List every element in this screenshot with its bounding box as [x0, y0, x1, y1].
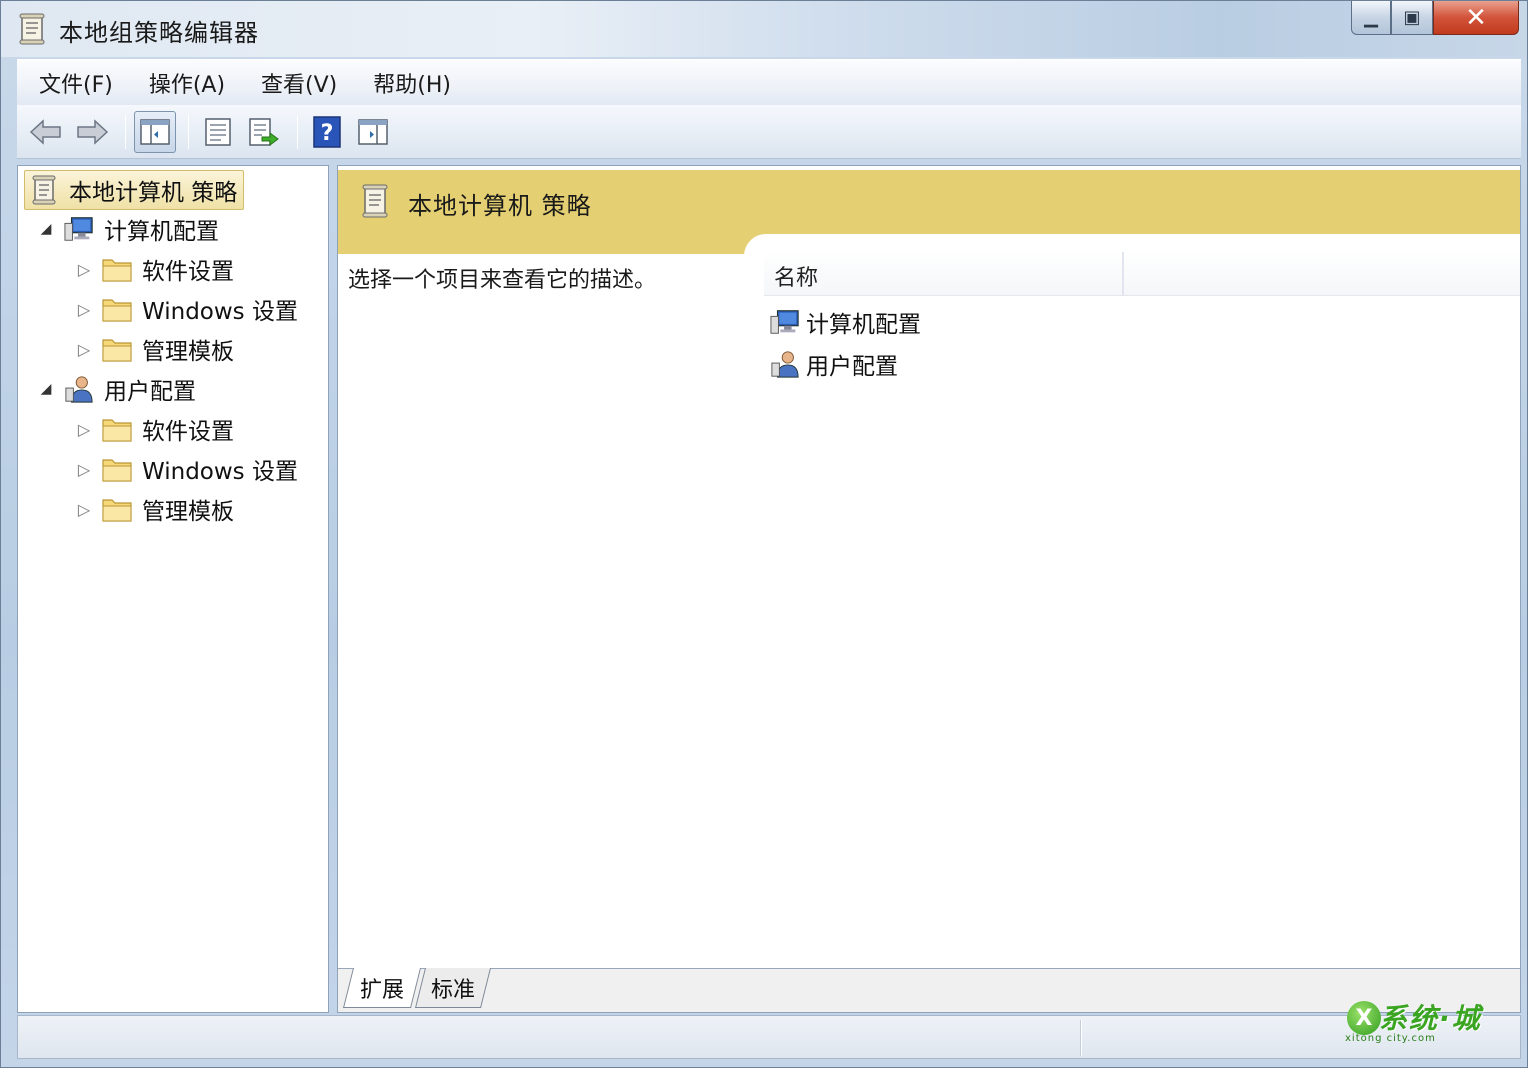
- tree-item-label: 管理模板: [142, 339, 234, 365]
- back-icon: [29, 118, 61, 145]
- minimize-button[interactable]: ▁: [1351, 1, 1391, 35]
- policy-scroll-icon: [29, 175, 59, 205]
- collapsed-triangle-icon[interactable]: ▷: [76, 460, 92, 479]
- menu-help[interactable]: 帮助(H): [369, 65, 455, 101]
- description-text: 选择一个项目来查看它的描述。: [348, 268, 657, 293]
- caption-buttons: ▁ ▣ ✕: [1351, 1, 1519, 39]
- minimize-icon: ▁: [1364, 7, 1378, 28]
- help-icon: ?: [313, 115, 341, 148]
- collapsed-triangle-icon[interactable]: ▷: [76, 500, 92, 519]
- policy-scroll-icon: [362, 184, 388, 218]
- tab-standard[interactable]: 标准: [415, 968, 491, 1008]
- collapsed-triangle-icon[interactable]: ▷: [76, 300, 92, 319]
- tab-label: 标准: [431, 977, 476, 1003]
- list-item-label: 用户配置: [806, 354, 898, 380]
- help-button[interactable]: ?: [306, 111, 348, 153]
- content-header: 本地计算机 策略: [338, 170, 1520, 258]
- folder-icon: [102, 294, 132, 324]
- maximize-icon: ▣: [1403, 7, 1421, 28]
- tree-item-label: 管理模板: [142, 499, 234, 525]
- status-bar: [17, 1015, 1521, 1059]
- close-icon: ✕: [1465, 2, 1487, 33]
- folder-icon: [102, 334, 132, 364]
- list-item-label: 计算机配置: [806, 312, 921, 338]
- export-list-button[interactable]: [243, 111, 285, 153]
- forward-button[interactable]: [71, 111, 113, 153]
- toolbar-separator: [297, 114, 298, 149]
- column-divider[interactable]: [1122, 252, 1124, 296]
- tree-item-label: 计算机配置: [104, 219, 219, 245]
- folder-icon: [102, 494, 132, 524]
- watermark-subtext: xitong city.com: [1345, 1033, 1436, 1044]
- tree-item-computer-admin-templates[interactable]: ▷ 管理模板: [76, 330, 234, 368]
- tree-item-user-windows-settings[interactable]: ▷ Windows 设置: [76, 450, 298, 488]
- tree-item-label: Windows 设置: [142, 299, 298, 325]
- watermark-text: 系统·城: [1379, 1002, 1482, 1035]
- tree-item-local-computer-policy[interactable]: 本地计算机 策略: [24, 170, 245, 210]
- collapsed-triangle-icon[interactable]: ▷: [76, 340, 92, 359]
- close-button[interactable]: ✕: [1433, 1, 1519, 35]
- forward-icon: [77, 118, 109, 145]
- export-list-icon: [249, 117, 279, 146]
- tree-item-label: Windows 设置: [142, 459, 298, 485]
- user-icon: [770, 349, 800, 379]
- expanded-triangle-icon[interactable]: ◢: [38, 221, 54, 237]
- show-hide-action-pane-icon: [358, 118, 388, 145]
- tree-item-label: 软件设置: [142, 419, 234, 445]
- toolbar-separator: [125, 114, 126, 149]
- site-watermark-logo: X 系统·城 xitong city.com: [1343, 997, 1497, 1047]
- tree-item-computer-windows-settings[interactable]: ▷ Windows 设置: [76, 290, 298, 328]
- menu-bar: 文件(F) 操作(A) 查看(V) 帮助(H): [17, 59, 1521, 105]
- folder-icon: [102, 414, 132, 444]
- tree-item-label: 用户配置: [104, 379, 196, 405]
- tree-item-computer-configuration[interactable]: ◢ 计算机配置: [38, 210, 219, 248]
- details-pane: 本地计算机 策略 选择一个项目来查看它的描述。 名称 计算机配置 用户配置 扩展…: [337, 165, 1521, 1013]
- list-item-user-configuration[interactable]: 用户配置: [770, 344, 898, 384]
- menu-file[interactable]: 文件(F): [35, 65, 117, 101]
- computer-icon: [770, 307, 800, 337]
- user-icon: [64, 374, 94, 404]
- show-hide-action-pane-button[interactable]: [352, 111, 394, 153]
- app-window: 本地组策略编辑器 ▁ ▣ ✕ 文件(F) 操作(A) 查看(V) 帮助(H) ?…: [0, 0, 1528, 1068]
- tab-extended[interactable]: 扩展: [343, 968, 421, 1008]
- window-title: 本地组策略编辑器: [59, 19, 259, 47]
- properties-button[interactable]: [197, 111, 239, 153]
- show-hide-tree-button[interactable]: [134, 110, 176, 153]
- folder-icon: [102, 454, 132, 484]
- tree-item-user-admin-templates[interactable]: ▷ 管理模板: [76, 490, 234, 528]
- back-button[interactable]: [25, 111, 67, 153]
- maximize-button[interactable]: ▣: [1391, 1, 1433, 35]
- column-header-name[interactable]: 名称: [774, 260, 818, 292]
- tree-item-user-configuration[interactable]: ◢ 用户配置: [38, 370, 196, 408]
- collapsed-triangle-icon[interactable]: ▷: [76, 420, 92, 439]
- list-column-header: 名称: [764, 252, 1520, 296]
- svg-text:?: ?: [321, 121, 334, 146]
- list-item-computer-configuration[interactable]: 计算机配置: [770, 302, 921, 342]
- title-bar[interactable]: 本地组策略编辑器 ▁ ▣ ✕: [1, 1, 1527, 57]
- menu-action[interactable]: 操作(A): [145, 65, 229, 101]
- folder-icon: [102, 254, 132, 284]
- collapsed-triangle-icon[interactable]: ▷: [76, 260, 92, 279]
- status-divider: [1080, 1020, 1082, 1056]
- console-tree: 本地计算机 策略 ◢ 计算机配置 ▷ 软件设置 ▷ Windows 设置 ▷ 管…: [17, 165, 329, 1013]
- computer-icon: [64, 214, 94, 244]
- header-title: 本地计算机 策略: [408, 192, 592, 220]
- tree-item-label: 软件设置: [142, 259, 234, 285]
- menu-view[interactable]: 查看(V): [257, 65, 341, 101]
- tree-item-label: 本地计算机 策略: [69, 180, 238, 206]
- show-hide-tree-icon: [140, 118, 170, 145]
- watermark-logo-icon: X: [1347, 1001, 1381, 1035]
- properties-icon: [205, 117, 231, 146]
- policy-scroll-icon: [19, 13, 45, 45]
- tree-item-user-software-settings[interactable]: ▷ 软件设置: [76, 410, 234, 448]
- expanded-triangle-icon[interactable]: ◢: [38, 381, 54, 397]
- toolbar: ?: [17, 105, 1521, 159]
- tree-item-computer-software-settings[interactable]: ▷ 软件设置: [76, 250, 234, 288]
- toolbar-separator: [188, 114, 189, 149]
- tab-label: 扩展: [360, 977, 405, 1003]
